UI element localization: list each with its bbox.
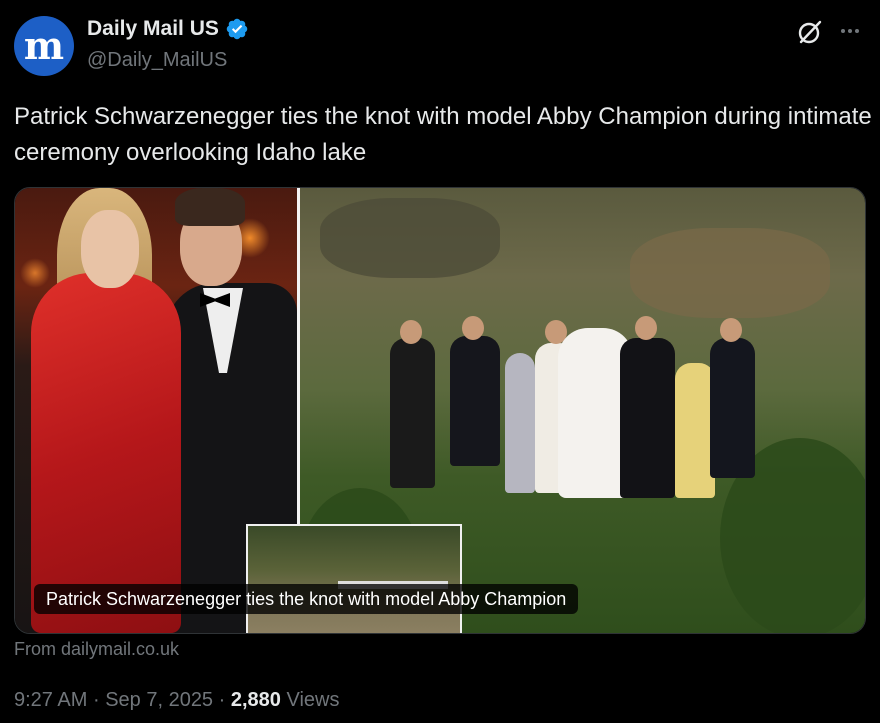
guest-figure	[505, 353, 535, 493]
grok-icon[interactable]	[796, 18, 824, 46]
tweet-meta: 9:27 AM · Sep 7, 2025 · 2,880 Views	[14, 689, 339, 712]
source-link[interactable]: From dailymail.co.uk	[14, 639, 179, 660]
meta-separator: ·	[92, 689, 100, 711]
author-handle[interactable]: @Daily_MailUS	[87, 49, 227, 72]
avatar-logo: m	[23, 23, 64, 68]
views-label: Views	[286, 689, 340, 711]
media-card[interactable]: Patrick Schwarzenegger ties the knot wit…	[14, 187, 866, 634]
guest-figure	[620, 338, 675, 498]
guest-figure	[450, 336, 500, 466]
meta-separator: ·	[218, 689, 226, 711]
rock	[320, 198, 500, 278]
guest-figure	[710, 338, 755, 478]
guest-head	[462, 316, 484, 340]
tweet-time[interactable]: 9:27 AM	[14, 689, 87, 711]
verified-badge-icon	[226, 18, 248, 40]
media-caption: Patrick Schwarzenegger ties the knot wit…	[34, 584, 579, 614]
tweet-text: Patrick Schwarzenegger ties the knot wit…	[14, 103, 872, 166]
background-light	[20, 258, 50, 288]
author-name-row[interactable]: Daily Mail US	[87, 17, 249, 41]
more-options-icon[interactable]	[837, 18, 863, 44]
display-name[interactable]: Daily Mail US	[87, 17, 219, 41]
avatar[interactable]: m	[14, 16, 74, 76]
lake-inset-photo[interactable]	[246, 524, 462, 633]
guest-figure	[675, 363, 715, 498]
rock	[630, 228, 830, 318]
guest-figure	[390, 338, 435, 488]
woman-face	[81, 210, 139, 288]
woman-figure	[31, 273, 181, 633]
man-hair	[175, 188, 245, 226]
tweet-date[interactable]: Sep 7, 2025	[105, 689, 213, 711]
guest-head	[720, 318, 742, 342]
guest-head	[400, 320, 422, 344]
guest-head	[635, 316, 657, 340]
views-count: 2,880	[230, 689, 281, 711]
